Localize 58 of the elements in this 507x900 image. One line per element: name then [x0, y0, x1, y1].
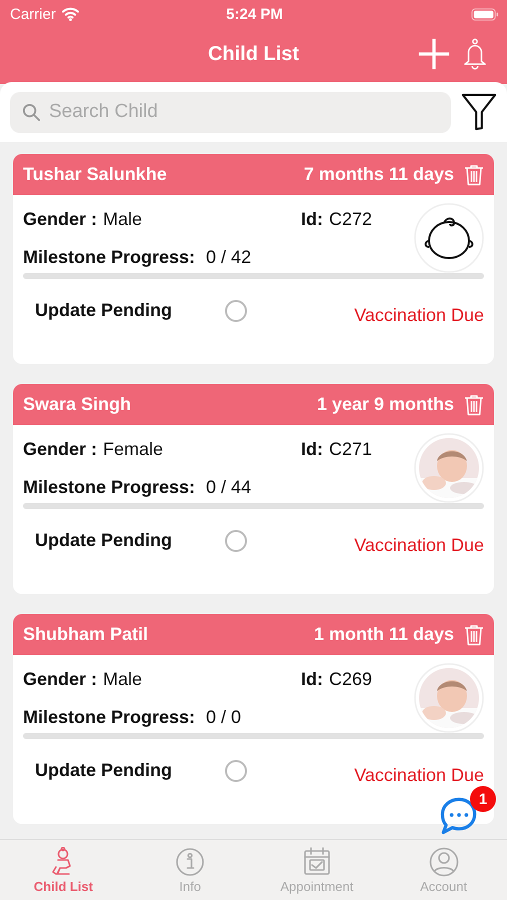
filter-button[interactable]: [461, 92, 497, 132]
trash-icon: [464, 394, 484, 416]
delete-button[interactable]: [464, 394, 484, 416]
child-name: Swara Singh: [23, 394, 132, 415]
id-label: Id:: [300, 439, 323, 460]
update-status: Update Pending: [35, 300, 174, 321]
bell-icon: [462, 38, 487, 70]
id-label: Id:: [300, 669, 323, 690]
radio-button[interactable]: [225, 760, 247, 782]
screen-title: Child List: [208, 42, 300, 66]
child-name: Shubham Patil: [23, 624, 148, 645]
trash-icon: [464, 624, 484, 646]
progress-label: Milestone Progress:: [23, 477, 196, 498]
id-value: C269: [328, 669, 372, 690]
calendar-icon: [302, 846, 332, 876]
delete-button[interactable]: [464, 164, 484, 186]
add-button[interactable]: [416, 37, 451, 71]
update-status: Update Pending: [35, 530, 174, 551]
gender-value: Male: [103, 669, 142, 690]
id-label: Id:: [300, 209, 323, 230]
battery-icon: [470, 8, 499, 20]
carrier-label: Carrier: [10, 6, 56, 22]
vaccination-status: Vaccination Due: [354, 534, 484, 556]
gender-label: Gender :: [23, 439, 98, 460]
child-name: Tushar Salunkhe: [23, 164, 167, 185]
gender-label: Gender :: [23, 209, 98, 230]
clock-label: 5:24 PM: [226, 6, 283, 22]
id-value: C272: [328, 209, 372, 230]
radio-button[interactable]: [225, 300, 247, 322]
child-age: 7 months 11 days: [304, 164, 454, 185]
progress-label: Milestone Progress:: [23, 247, 196, 268]
child-age: 1 month 11 days: [314, 624, 454, 645]
progress-value: 0 / 0: [206, 707, 242, 728]
baby-icon: [414, 203, 484, 273]
trash-icon: [464, 164, 484, 186]
id-value: C271: [328, 439, 372, 460]
info-icon: [175, 846, 206, 876]
notification-button[interactable]: [462, 38, 487, 70]
wifi-icon: [60, 7, 80, 21]
progress-value: 0 / 42: [206, 247, 252, 268]
plus-icon: [416, 37, 451, 71]
delete-button[interactable]: [464, 624, 484, 646]
child-card[interactable]: Swara Singh 1 year 9 months Gender : Female Id: C271 Milestone Progress: 0 / 44 Update Pending Vaccination Due: [13, 384, 494, 594]
filter-icon: [461, 92, 497, 132]
gender-value: Male: [103, 209, 142, 230]
radio-button[interactable]: [225, 530, 247, 552]
progress-label: Milestone Progress:: [23, 707, 196, 728]
search-field[interactable]: Search Child: [10, 92, 451, 132]
child-card[interactable]: Tushar Salunkhe 7 months 11 days Gender : Male Id: C272 Milestone Progress: 0 / 42 Update Pending Vaccination Due: [13, 154, 494, 364]
vaccination-status: Vaccination Due: [354, 304, 484, 326]
progress-value: 0 / 44: [206, 477, 252, 498]
gender-value: Female: [103, 439, 164, 460]
child-age: 1 year 9 months: [316, 394, 454, 415]
tab-item[interactable]: Child List: [0, 840, 127, 900]
vaccination-status: Vaccination Due: [354, 764, 484, 786]
gender-label: Gender :: [23, 669, 98, 690]
update-status: Update Pending: [35, 760, 174, 781]
person-icon: [428, 846, 459, 876]
